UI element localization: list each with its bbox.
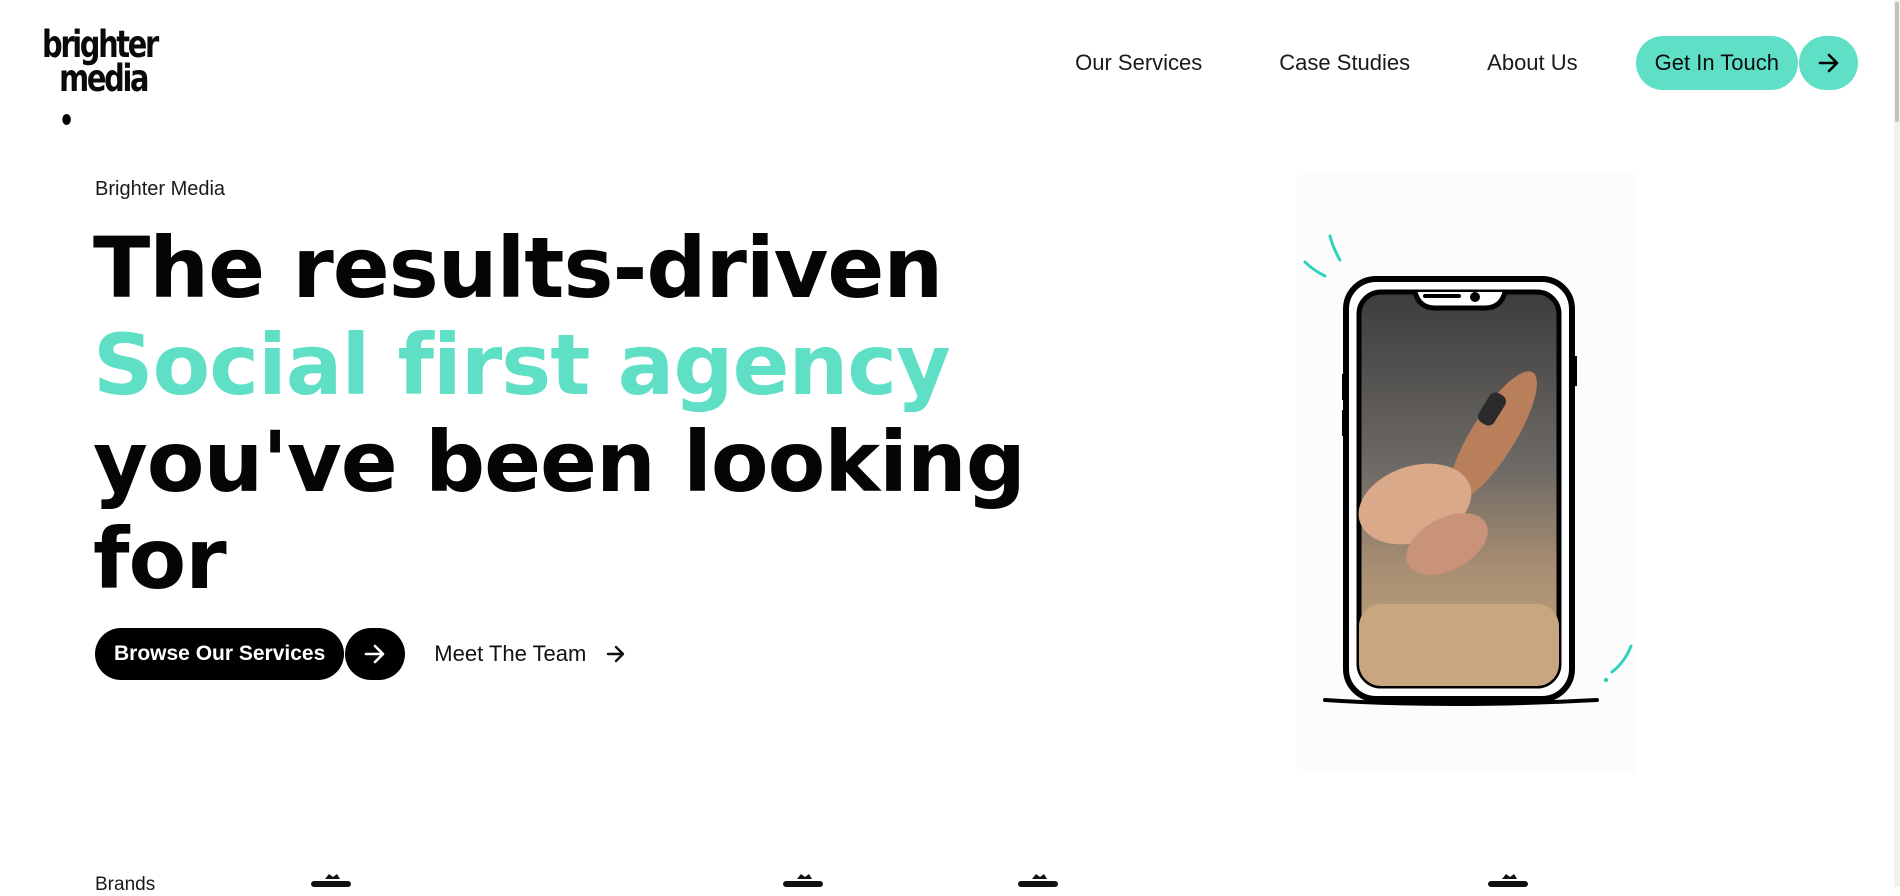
nav-case-studies[interactable]: Case Studies: [1279, 50, 1410, 76]
nav-about-us[interactable]: About Us: [1487, 50, 1578, 76]
meet-the-team-label: Meet The Team: [434, 641, 587, 666]
browse-services-arrow-button[interactable]: [345, 628, 406, 680]
arrow-right-icon: [1818, 53, 1838, 73]
get-in-touch-cta: Get In Touch: [1635, 36, 1858, 90]
hero-illustration: [1297, 174, 1635, 774]
hero-eyebrow: Brighter Media: [95, 178, 226, 200]
nav-our-services[interactable]: Our Services: [1075, 50, 1202, 76]
get-in-touch-arrow-button[interactable]: [1799, 36, 1858, 90]
scrollbar-thumb[interactable]: [1895, 2, 1899, 122]
page-scrollbar[interactable]: [1894, 0, 1900, 887]
brands-label: Brands: [95, 874, 156, 895]
main-nav: Our Services Case Studies About Us Get I…: [1075, 36, 1858, 90]
hero-line-4: for: [93, 510, 227, 608]
crest-logo: [311, 874, 351, 887]
crest-logo: [783, 874, 823, 887]
hero-heading: The results-driven Social first agency y…: [93, 219, 1026, 608]
hero-line-accent: Social first agency: [93, 316, 951, 414]
phone-illustration: [1303, 234, 1633, 706]
arrow-right-icon: [364, 644, 385, 664]
crest-logo: [1488, 874, 1528, 887]
hero-line-3: you've been looking: [93, 413, 1026, 511]
browse-services-button[interactable]: Browse Our Services: [95, 628, 345, 680]
logo-dot: [62, 114, 71, 125]
get-in-touch-button[interactable]: Get In Touch: [1635, 36, 1798, 90]
meet-the-team-link[interactable]: Meet The Team: [434, 641, 626, 667]
arrow-right-icon: [607, 645, 625, 663]
hero-line-1: The results-driven: [93, 219, 943, 317]
brand-logo[interactable]: brighter media: [42, 26, 159, 130]
crest-logo: [1018, 874, 1058, 887]
logo-line-2: media: [59, 57, 149, 100]
hero-actions: Browse Our Services Meet The Team: [95, 628, 626, 680]
